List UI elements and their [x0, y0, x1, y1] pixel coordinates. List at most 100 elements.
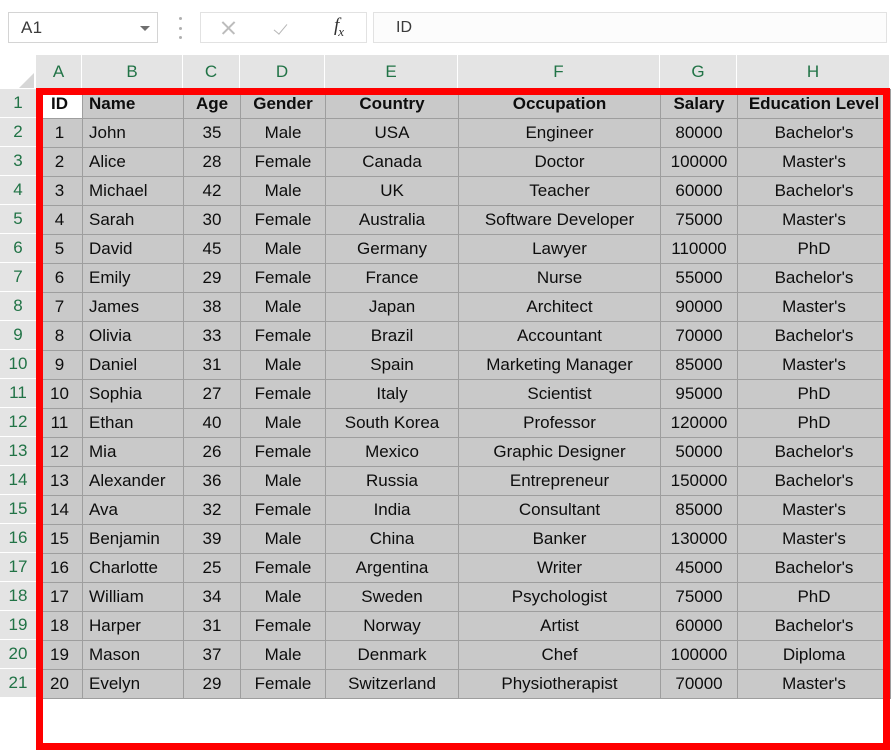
row-header-9[interactable]: 9 [0, 321, 36, 350]
cell-H19[interactable]: Bachelor's [737, 611, 891, 641]
cell-G1[interactable]: Salary [660, 89, 738, 119]
cell-E7[interactable]: France [325, 263, 459, 293]
row-header-10[interactable]: 10 [0, 350, 36, 379]
formula-bar[interactable]: ID [373, 12, 887, 43]
cell-A3[interactable]: 2 [36, 147, 83, 177]
cell-A19[interactable]: 18 [36, 611, 83, 641]
cell-G18[interactable]: 75000 [660, 582, 738, 612]
cell-D8[interactable]: Male [240, 292, 326, 322]
cell-E5[interactable]: Australia [325, 205, 459, 235]
row-header-1[interactable]: 1 [0, 89, 36, 118]
row-header-2[interactable]: 2 [0, 118, 36, 147]
cell-C9[interactable]: 33 [183, 321, 241, 351]
cell-F17[interactable]: Writer [458, 553, 661, 583]
cell-G4[interactable]: 60000 [660, 176, 738, 206]
cell-E3[interactable]: Canada [325, 147, 459, 177]
cell-G3[interactable]: 100000 [660, 147, 738, 177]
column-header-b[interactable]: B [82, 55, 183, 89]
row-header-7[interactable]: 7 [0, 263, 36, 292]
cell-H14[interactable]: Bachelor's [737, 466, 891, 496]
cell-D10[interactable]: Male [240, 350, 326, 380]
cell-G5[interactable]: 75000 [660, 205, 738, 235]
column-header-e[interactable]: E [325, 55, 458, 89]
cell-G20[interactable]: 100000 [660, 640, 738, 670]
cell-C2[interactable]: 35 [183, 118, 241, 148]
cell-B3[interactable]: Alice [82, 147, 184, 177]
cell-D9[interactable]: Female [240, 321, 326, 351]
cell-B5[interactable]: Sarah [82, 205, 184, 235]
cell-H17[interactable]: Bachelor's [737, 553, 891, 583]
cell-C18[interactable]: 34 [183, 582, 241, 612]
cell-D12[interactable]: Male [240, 408, 326, 438]
cell-B17[interactable]: Charlotte [82, 553, 184, 583]
cell-B10[interactable]: Daniel [82, 350, 184, 380]
cell-B9[interactable]: Olivia [82, 321, 184, 351]
cell-G8[interactable]: 90000 [660, 292, 738, 322]
row-header-21[interactable]: 21 [0, 669, 36, 698]
cell-C10[interactable]: 31 [183, 350, 241, 380]
cell-D7[interactable]: Female [240, 263, 326, 293]
cell-H20[interactable]: Diploma [737, 640, 891, 670]
cell-D19[interactable]: Female [240, 611, 326, 641]
cell-E16[interactable]: China [325, 524, 459, 554]
cell-F6[interactable]: Lawyer [458, 234, 661, 264]
cell-D16[interactable]: Male [240, 524, 326, 554]
cell-G14[interactable]: 150000 [660, 466, 738, 496]
cell-F13[interactable]: Graphic Designer [458, 437, 661, 467]
cell-D21[interactable]: Female [240, 669, 326, 699]
cell-C1[interactable]: Age [183, 89, 241, 119]
cell-G17[interactable]: 45000 [660, 553, 738, 583]
row-header-16[interactable]: 16 [0, 524, 36, 553]
row-header-19[interactable]: 19 [0, 611, 36, 640]
column-header-d[interactable]: D [240, 55, 325, 89]
cell-C12[interactable]: 40 [183, 408, 241, 438]
cell-F15[interactable]: Consultant [458, 495, 661, 525]
cell-F1[interactable]: Occupation [458, 89, 661, 119]
cell-E2[interactable]: USA [325, 118, 459, 148]
cell-H21[interactable]: Master's [737, 669, 891, 699]
cell-F14[interactable]: Entrepreneur [458, 466, 661, 496]
cell-B16[interactable]: Benjamin [82, 524, 184, 554]
cell-B11[interactable]: Sophia [82, 379, 184, 409]
cell-H13[interactable]: Bachelor's [737, 437, 891, 467]
cell-G12[interactable]: 120000 [660, 408, 738, 438]
cell-F11[interactable]: Scientist [458, 379, 661, 409]
cell-A15[interactable]: 14 [36, 495, 83, 525]
cell-D20[interactable]: Male [240, 640, 326, 670]
row-header-12[interactable]: 12 [0, 408, 36, 437]
select-all-corner-icon[interactable] [0, 55, 36, 89]
cell-C3[interactable]: 28 [183, 147, 241, 177]
cell-B19[interactable]: Harper [82, 611, 184, 641]
cell-B18[interactable]: William [82, 582, 184, 612]
cell-H12[interactable]: PhD [737, 408, 891, 438]
cell-C17[interactable]: 25 [183, 553, 241, 583]
cell-C16[interactable]: 39 [183, 524, 241, 554]
cell-E10[interactable]: Spain [325, 350, 459, 380]
cell-E18[interactable]: Sweden [325, 582, 459, 612]
cell-H7[interactable]: Bachelor's [737, 263, 891, 293]
cell-F7[interactable]: Nurse [458, 263, 661, 293]
cell-A2[interactable]: 1 [36, 118, 83, 148]
cell-G15[interactable]: 85000 [660, 495, 738, 525]
row-header-14[interactable]: 14 [0, 466, 36, 495]
cell-A6[interactable]: 5 [36, 234, 83, 264]
cell-F8[interactable]: Architect [458, 292, 661, 322]
row-header-5[interactable]: 5 [0, 205, 36, 234]
cell-E20[interactable]: Denmark [325, 640, 459, 670]
cell-G21[interactable]: 70000 [660, 669, 738, 699]
cell-E14[interactable]: Russia [325, 466, 459, 496]
cell-B14[interactable]: Alexander [82, 466, 184, 496]
cell-F19[interactable]: Artist [458, 611, 661, 641]
cell-E6[interactable]: Germany [325, 234, 459, 264]
cell-C15[interactable]: 32 [183, 495, 241, 525]
cell-G9[interactable]: 70000 [660, 321, 738, 351]
cell-A10[interactable]: 9 [36, 350, 83, 380]
cell-H5[interactable]: Master's [737, 205, 891, 235]
cell-C19[interactable]: 31 [183, 611, 241, 641]
cell-A12[interactable]: 11 [36, 408, 83, 438]
column-header-h[interactable]: H [737, 55, 890, 89]
cell-H18[interactable]: PhD [737, 582, 891, 612]
cell-H15[interactable]: Master's [737, 495, 891, 525]
cell-G19[interactable]: 60000 [660, 611, 738, 641]
cell-A4[interactable]: 3 [36, 176, 83, 206]
